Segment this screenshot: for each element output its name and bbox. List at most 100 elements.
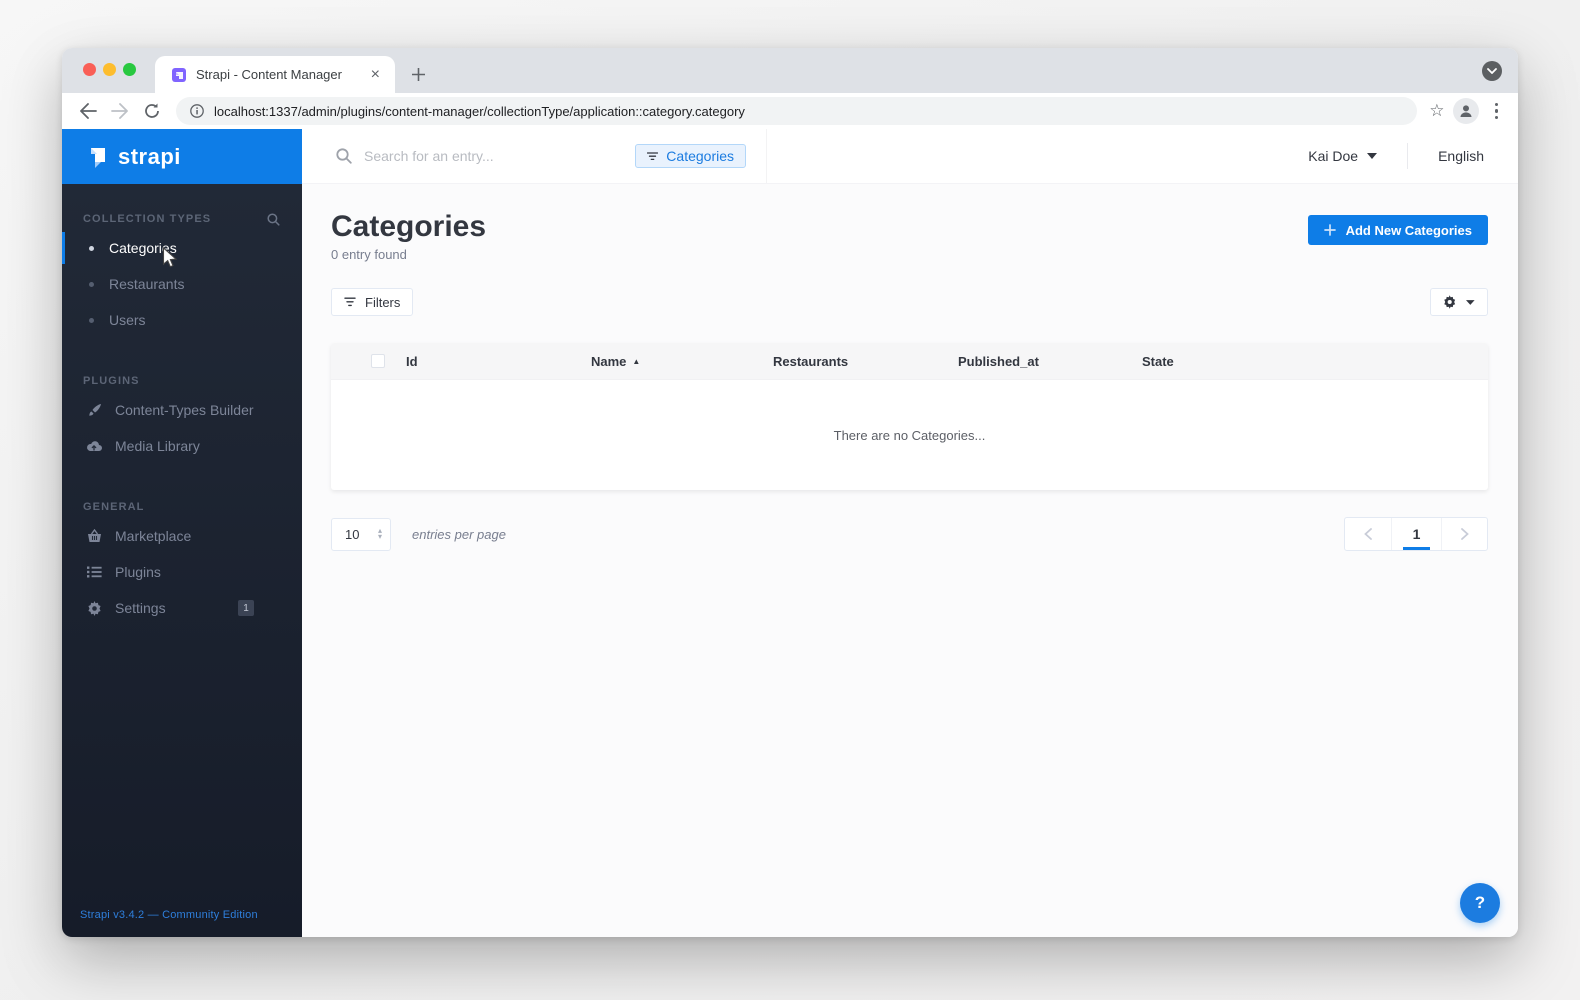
per-page-label: entries per page <box>412 526 506 542</box>
sidebar-item-restaurants[interactable]: Restaurants <box>62 266 302 302</box>
user-zone: Kai Doe English <box>1308 129 1518 183</box>
entries-per-page-select[interactable]: 10 ▴ ▾ <box>331 517 391 551</box>
sidebar-item-content-types-builder[interactable]: Content-Types Builder <box>62 392 302 428</box>
sidebar-item-label: Users <box>109 312 146 328</box>
window-controls <box>83 63 136 76</box>
site-info-icon[interactable] <box>190 104 204 118</box>
forward-button[interactable] <box>108 99 132 123</box>
column-label: Name <box>591 353 627 369</box>
language-switcher[interactable]: English <box>1438 148 1484 164</box>
tab-close-icon[interactable]: × <box>366 65 385 85</box>
basket-icon <box>86 528 102 544</box>
filters-button[interactable]: Filters <box>331 288 414 316</box>
new-tab-button[interactable] <box>406 62 430 86</box>
page-number[interactable]: 1 <box>1391 518 1441 550</box>
add-button-label: Add New Categories <box>1345 222 1472 238</box>
previous-page-button[interactable] <box>1345 518 1391 550</box>
cloud-upload-icon <box>86 438 102 454</box>
search-icon <box>336 148 352 164</box>
select-all-checkbox[interactable] <box>371 354 385 368</box>
browser-window: Strapi - Content Manager × localhost:133… <box>62 48 1518 937</box>
sidebar-item-label: Content-Types Builder <box>115 402 254 418</box>
bullet-icon <box>89 317 94 323</box>
chevron-left-icon <box>1364 528 1372 540</box>
sidebar-search-icon[interactable] <box>267 212 280 226</box>
sidebar-item-label: Restaurants <box>109 276 185 292</box>
sidebar-item-label: Media Library <box>115 438 200 454</box>
sidebar: strapi COLLECTION TYPES Categories Resta… <box>62 129 302 937</box>
view-settings-button[interactable] <box>1430 288 1488 316</box>
help-button[interactable]: ? <box>1460 883 1500 923</box>
sidebar-item-users[interactable]: Users <box>62 302 302 338</box>
user-menu[interactable]: Kai Doe <box>1308 148 1378 164</box>
strapi-favicon-icon <box>171 67 187 83</box>
column-header-id[interactable]: Id <box>406 354 591 369</box>
url-text: localhost:1337/admin/plugins/content-man… <box>214 103 745 119</box>
minimize-window-button[interactable] <box>103 63 116 76</box>
browser-tab[interactable]: Strapi - Content Manager × <box>155 56 395 93</box>
bullet-icon <box>89 245 94 251</box>
entries-table: Id Name ▲ Restaurants Published_at State… <box>331 343 1488 490</box>
close-window-button[interactable] <box>83 63 96 76</box>
tab-title: Strapi - Content Manager <box>196 67 342 82</box>
column-header-state[interactable]: State <box>1142 354 1488 369</box>
per-page-value: 10 <box>345 526 360 542</box>
empty-message: There are no Categories... <box>833 427 986 443</box>
content-body: Categories 0 entry found Add New Categor… <box>302 184 1518 937</box>
address-bar[interactable]: localhost:1337/admin/plugins/content-man… <box>176 97 1418 125</box>
sidebar-item-marketplace[interactable]: Marketplace <box>62 518 302 554</box>
sidebar-item-settings[interactable]: Settings 1 <box>62 590 302 626</box>
chevron-down-icon <box>1367 153 1378 159</box>
settings-badge: 1 <box>238 600 254 616</box>
browser-tab-strip: Strapi - Content Manager × <box>62 48 1518 93</box>
filters-button-label: Filters <box>365 294 401 310</box>
table-header-row: Id Name ▲ Restaurants Published_at State <box>331 343 1488 380</box>
list-icon <box>86 564 102 580</box>
gear-icon <box>1444 295 1456 309</box>
browser-profile-avatar[interactable] <box>1452 98 1479 124</box>
entry-count: 0 entry found <box>331 247 407 262</box>
plus-icon <box>1323 224 1336 236</box>
content-header: Categories Kai Doe English <box>302 129 1518 184</box>
main-area: Categories Kai Doe English Categories <box>302 129 1518 937</box>
bookmark-star-icon[interactable]: ☆ <box>1429 101 1444 121</box>
maximize-window-button[interactable] <box>123 63 136 76</box>
select-all-cell <box>331 354 406 368</box>
sidebar-item-label: Settings <box>115 600 166 616</box>
sidebar-item-categories[interactable]: Categories <box>62 230 302 266</box>
column-header-name[interactable]: Name ▲ <box>591 354 773 369</box>
stepper-icon: ▴ ▾ <box>377 526 382 541</box>
chevron-down-icon <box>1466 299 1475 305</box>
sidebar-item-plugins[interactable]: Plugins <box>62 554 302 590</box>
sort-asc-icon: ▲ <box>632 356 641 366</box>
downloads-button[interactable] <box>1482 61 1502 81</box>
section-label-collection-types: COLLECTION TYPES <box>83 213 212 225</box>
reload-button[interactable] <box>140 99 164 123</box>
search-input[interactable] <box>364 148 636 164</box>
gear-icon <box>86 600 102 616</box>
paintbrush-icon <box>86 402 102 418</box>
back-button[interactable] <box>76 99 100 123</box>
chip-label: Categories <box>666 148 734 164</box>
strapi-logo[interactable]: strapi <box>62 129 302 184</box>
header-divider <box>1407 143 1409 169</box>
filter-icon <box>647 151 659 160</box>
sidebar-item-label: Marketplace <box>115 528 192 544</box>
strapi-logo-text: strapi <box>118 143 181 169</box>
sidebar-item-label: Categories <box>109 240 177 256</box>
table-empty-state: There are no Categories... <box>331 380 1488 490</box>
sidebar-item-label: Plugins <box>115 564 161 580</box>
sidebar-item-media-library[interactable]: Media Library <box>62 428 302 464</box>
collection-filter-chip[interactable]: Categories <box>635 144 746 168</box>
bullet-icon <box>89 281 94 287</box>
strapi-logo-icon <box>91 147 105 168</box>
user-name-label: Kai Doe <box>1308 148 1359 164</box>
column-header-restaurants[interactable]: Restaurants <box>773 354 958 369</box>
browser-menu-icon[interactable] <box>1489 102 1505 120</box>
page-title: Categories <box>331 210 487 243</box>
add-new-categories-button[interactable]: Add New Categories <box>1307 215 1488 245</box>
next-page-button[interactable] <box>1441 518 1487 550</box>
strapi-version-link[interactable]: Strapi v3.4.2 — Community Edition <box>62 909 302 937</box>
section-label-plugins: PLUGINS <box>83 375 140 387</box>
column-header-published-at[interactable]: Published_at <box>958 354 1142 369</box>
